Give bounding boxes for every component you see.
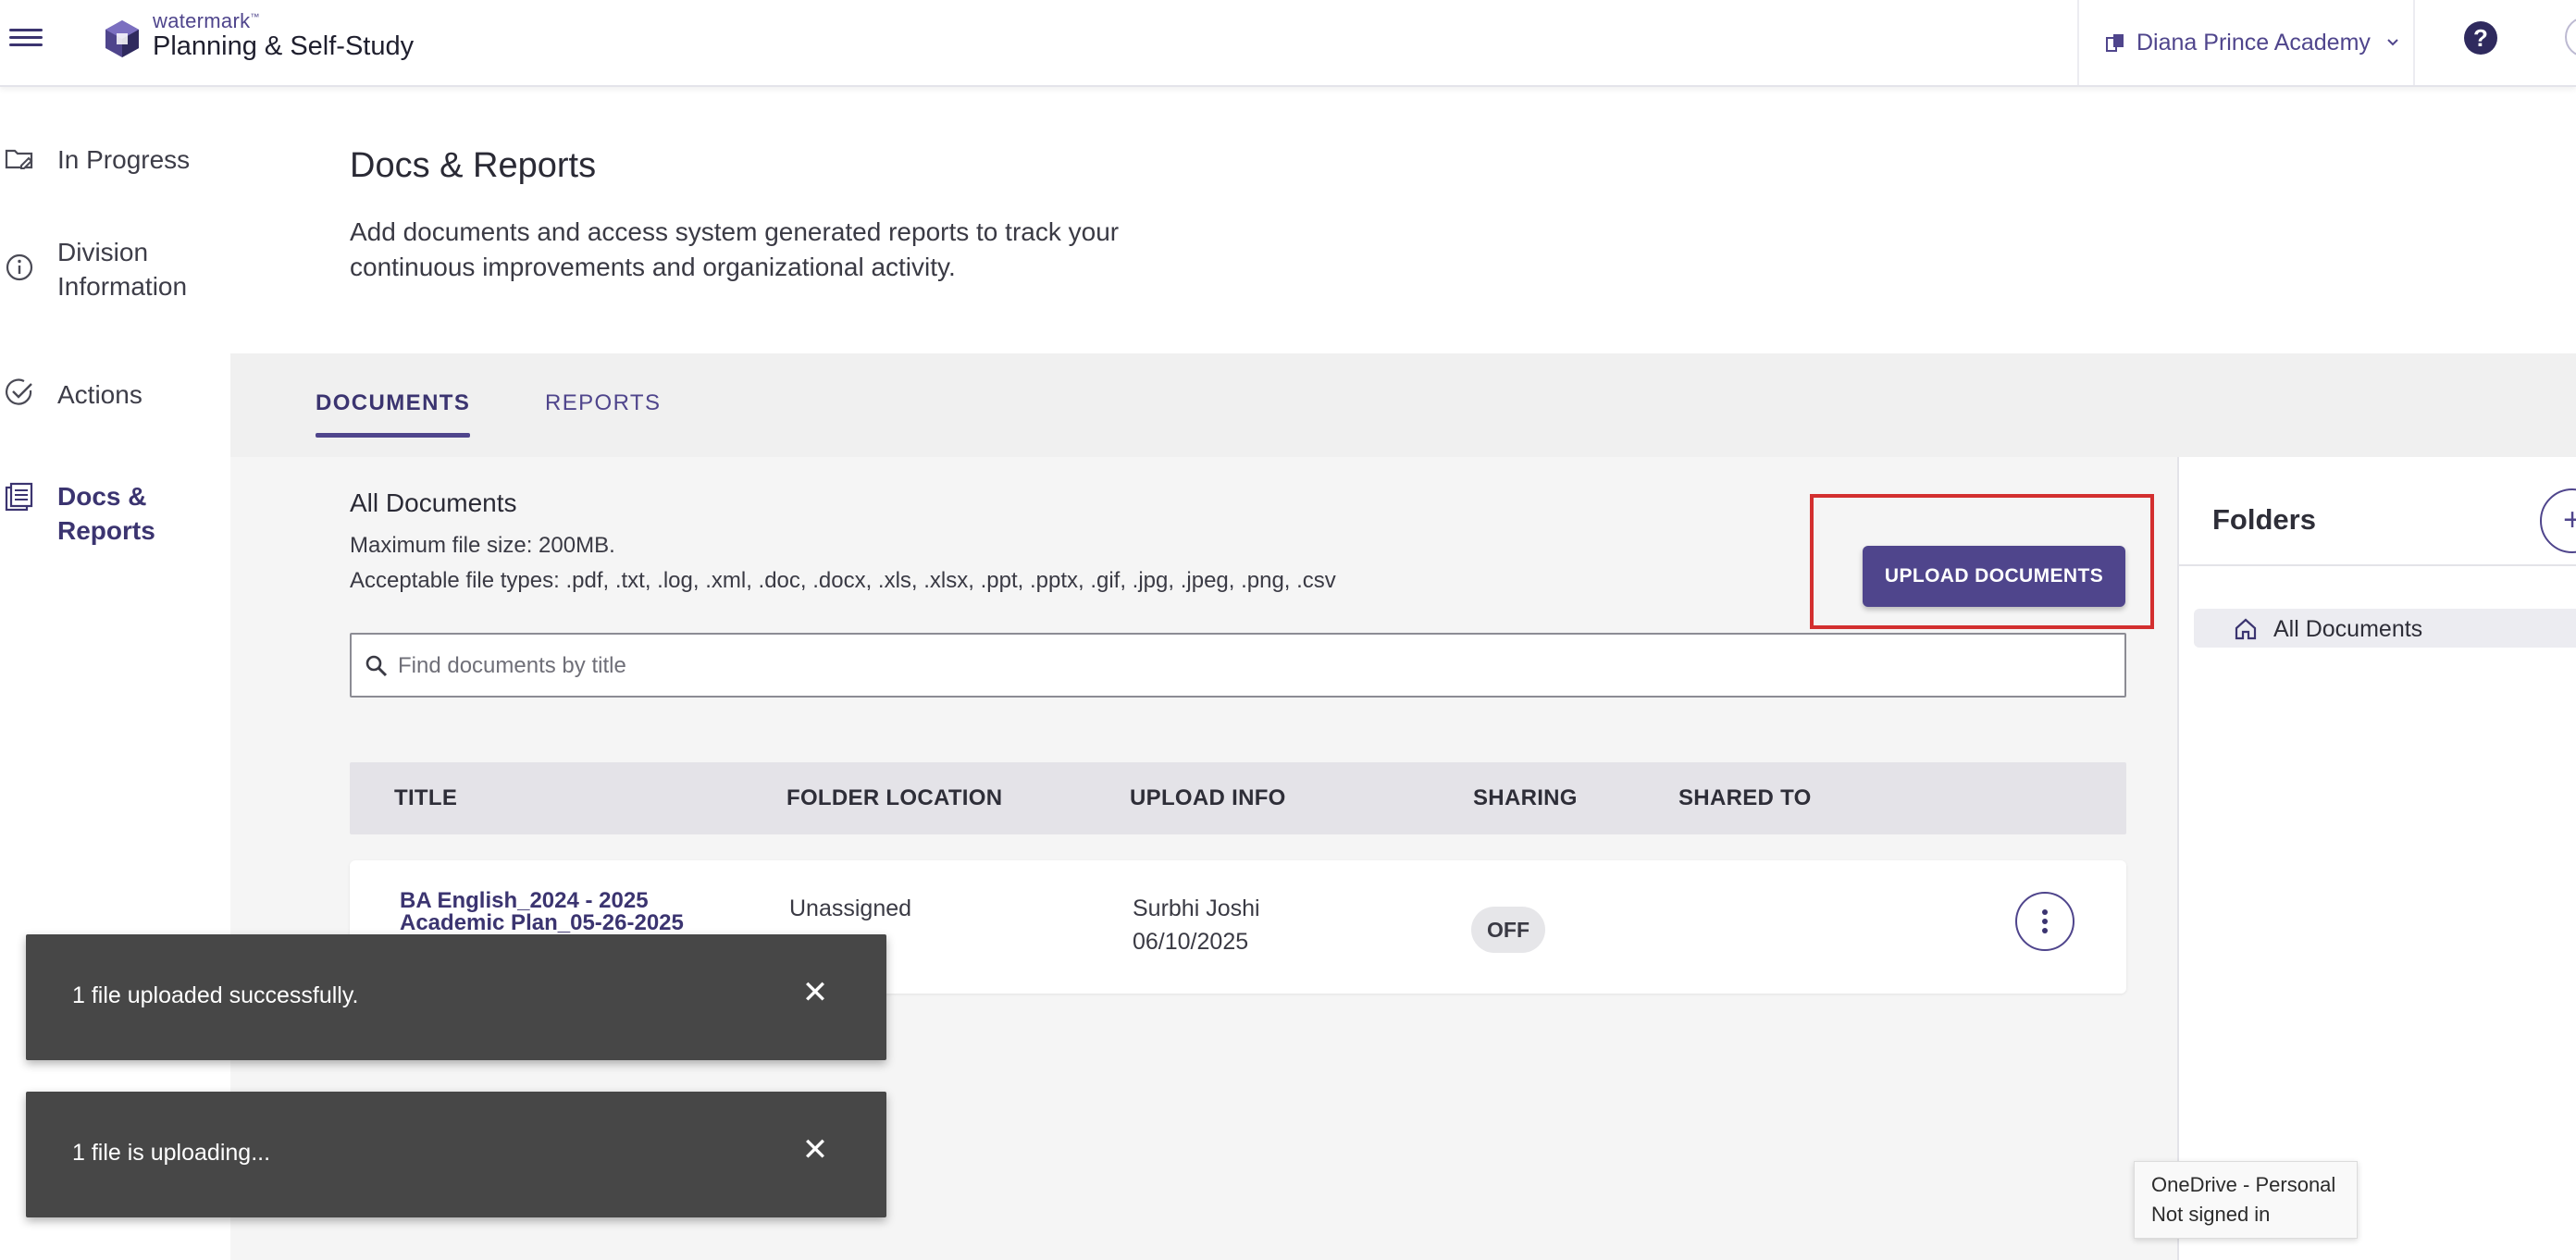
folder-label: All Documents: [2273, 616, 2423, 642]
search-icon: [365, 655, 388, 677]
tab-documents[interactable]: DOCUMENTS: [316, 390, 470, 416]
search-input[interactable]: [396, 635, 2112, 698]
sidebar-item-docs-reports[interactable]: Docs & Reports: [0, 477, 230, 551]
sidebar-item-label: In Progress: [57, 145, 191, 174]
close-icon[interactable]: ✕: [799, 977, 831, 1008]
search-box: [350, 633, 2126, 698]
toast-message: 1 file uploaded successfully.: [72, 982, 359, 1008]
upload-date: 06/10/2025: [1133, 929, 1249, 955]
column-header-title[interactable]: TITLE: [394, 785, 457, 811]
home-icon: [2235, 618, 2257, 640]
tooltip-title: OneDrive - Personal: [2151, 1173, 2336, 1196]
sidebar-item-label: Actions: [57, 380, 142, 409]
add-folder-button[interactable]: +: [2540, 488, 2576, 553]
close-icon[interactable]: ✕: [799, 1134, 831, 1166]
table-header: TITLE FOLDER LOCATION UPLOAD INFO SHARIN…: [350, 762, 2126, 834]
institution-switcher[interactable]: Diana Prince Academy: [2077, 0, 2415, 85]
file-types-text: Acceptable file types: .pdf, .txt, .log,…: [350, 568, 1336, 593]
toast-message: 1 file is uploading...: [72, 1140, 271, 1166]
folders-panel: Folders + All Documents: [2177, 457, 2576, 1260]
avatar[interactable]: [2565, 17, 2576, 57]
column-header-shared-to[interactable]: SHARED TO: [1678, 785, 1812, 811]
sidebar-item-label: Reports: [57, 516, 155, 545]
sidebar-item-label: Information: [57, 272, 188, 301]
more-options-button[interactable]: [2015, 892, 2074, 951]
chevron-down-icon: [2387, 39, 2398, 46]
more-vert-icon: [2042, 909, 2048, 915]
menu-icon[interactable]: [9, 24, 43, 57]
sidebar-item-division-information[interactable]: Division Information: [0, 233, 230, 307]
folder-item-all-documents[interactable]: All Documents: [2194, 609, 2576, 648]
more-vert-icon: [2042, 928, 2048, 933]
watermark-logo-icon: [105, 20, 139, 57]
sidebar-item-label: Docs &: [57, 482, 147, 511]
onedrive-tooltip: OneDrive - Personal Not signed in: [2134, 1161, 2358, 1239]
page-description: Add documents and access system generate…: [350, 217, 1120, 281]
tab-reports[interactable]: REPORTS: [545, 390, 661, 416]
institution-name: Diana Prince Academy: [2136, 29, 2371, 56]
app-header: watermark™ Planning & Self-Study Diana P…: [0, 0, 2576, 87]
help-icon[interactable]: ?: [2464, 21, 2497, 55]
sidebar-item-in-progress[interactable]: In Progress: [0, 137, 230, 183]
brand-name: watermark™: [153, 9, 260, 32]
page-title: Docs & Reports: [350, 146, 597, 185]
column-header-folder-location[interactable]: FOLDER LOCATION: [786, 785, 1002, 811]
upload-documents-button[interactable]: UPLOAD DOCUMENTS: [1863, 546, 2125, 607]
column-header-upload-info[interactable]: UPLOAD INFO: [1130, 785, 1286, 811]
documents-icon: [5, 482, 33, 512]
active-tab-indicator: [316, 433, 470, 438]
document-title-link[interactable]: BA English_2024 - 2025 Academic Plan_05-…: [400, 890, 751, 934]
folders-title: Folders: [2212, 503, 2316, 536]
toast-upload-success: 1 file uploaded successfully. ✕: [26, 934, 886, 1060]
tabs-bar: DOCUMENTS REPORTS: [230, 353, 2576, 457]
folder-location: Unassigned: [789, 896, 912, 921]
divider: [2179, 564, 2576, 566]
sidebar-item-label: Division: [57, 238, 149, 266]
toast-uploading: 1 file is uploading... ✕: [26, 1092, 886, 1217]
section-title: All Documents: [350, 488, 517, 517]
product-title: Planning & Self-Study: [153, 31, 415, 61]
uploader-name: Surbhi Joshi: [1133, 896, 1260, 921]
sidebar-item-actions[interactable]: Actions: [0, 372, 230, 418]
sidebar: In Progress Division Information Actions…: [0, 85, 230, 1260]
sharing-status-badge: OFF: [1471, 907, 1545, 953]
info-circle-icon: [6, 253, 33, 281]
tooltip-status: Not signed in: [2151, 1203, 2271, 1226]
column-header-sharing[interactable]: SHARING: [1473, 785, 1578, 811]
main-content: Docs & Reports Add documents and access …: [230, 85, 2576, 1260]
folder-edit-icon: [5, 149, 33, 169]
institution-icon: [2106, 34, 2124, 52]
max-file-size-text: Maximum file size: 200MB.: [350, 533, 615, 558]
page-header: Docs & Reports Add documents and access …: [230, 85, 2576, 353]
more-vert-icon: [2042, 919, 2048, 924]
check-circle-icon: [6, 378, 32, 405]
